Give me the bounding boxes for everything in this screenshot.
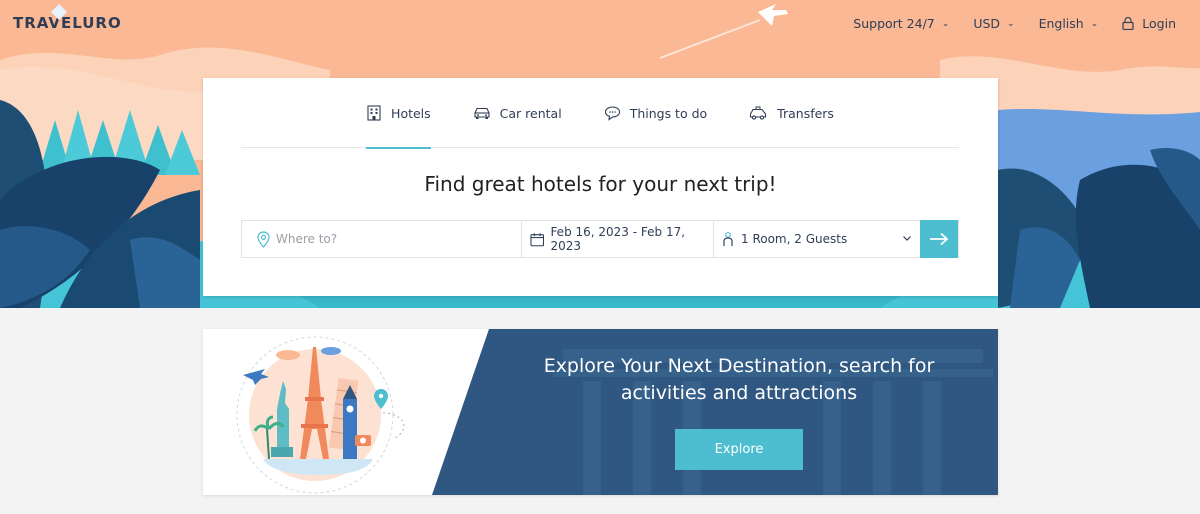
currency-selector[interactable]: USD ⌄ [973, 16, 1014, 31]
top-navigation-bar: TRAVELURO Support 24/7 ⌄ USD ⌄ English ⌄… [0, 0, 1200, 48]
tab-label: Car rental [499, 105, 562, 121]
chevron-down-icon: ⌄ [1007, 18, 1015, 29]
tab-things-to-do[interactable]: Things to do [604, 78, 707, 148]
tab-label: Transfers [777, 105, 834, 121]
explore-promo-banner: Explore Your Next Destination, search fo… [203, 329, 998, 495]
chat-bubble-icon [604, 106, 620, 121]
lock-icon [1122, 17, 1134, 30]
guests-value: 1 Room, 2 Guests [741, 232, 848, 246]
top-nav-menu: Support 24/7 ⌄ USD ⌄ English ⌄ Login [829, 16, 1176, 31]
language-selector[interactable]: English ⌄ [1039, 16, 1099, 31]
search-bar: Feb 16, 2023 - Feb 17, 2023 1 Room, 2 Gu… [241, 220, 959, 258]
guests-selector[interactable]: 1 Room, 2 Guests [714, 221, 920, 257]
person-icon [723, 231, 733, 246]
support-label: Support 24/7 [853, 16, 935, 31]
language-label: English [1038, 16, 1084, 31]
promo-title: Explore Your Next Destination, search fo… [543, 355, 935, 404]
arrow-right-icon [930, 232, 949, 246]
brand-logo-text: TRAVELURO [13, 14, 122, 32]
kite-icon [51, 4, 67, 20]
chevron-down-icon: ⌄ [1090, 18, 1099, 29]
support-menu[interactable]: Support 24/7 ⌄ [853, 16, 949, 31]
transfer-car-icon [750, 106, 767, 120]
date-range-value: Feb 16, 2023 - Feb 17, 2023 [550, 225, 686, 253]
login-link[interactable]: Login [1122, 16, 1176, 31]
tab-label: Things to do [629, 105, 708, 121]
calendar-icon [530, 232, 545, 246]
search-card: Hotels Car rental Things to do Transfers… [203, 78, 998, 296]
destination-input[interactable] [276, 232, 506, 246]
chevron-down-icon [903, 236, 911, 241]
hotel-icon [367, 105, 381, 121]
travel-landmarks-illustration [236, 336, 405, 494]
destination-field[interactable] [242, 221, 522, 257]
chevron-down-icon: ⌄ [941, 18, 950, 29]
currency-label: USD [973, 16, 1001, 31]
search-submit-button[interactable] [920, 220, 958, 258]
tab-label: Hotels [391, 105, 431, 121]
tab-car-rental[interactable]: Car rental [473, 78, 562, 148]
search-tabs: Hotels Car rental Things to do Transfers [241, 78, 959, 149]
explore-button[interactable]: Explore [675, 429, 803, 470]
tab-transfers[interactable]: Transfers [749, 78, 834, 148]
brand-logo[interactable]: TRAVELURO [13, 4, 122, 32]
tab-hotels[interactable]: Hotels [366, 78, 431, 149]
login-label: Login [1142, 16, 1176, 31]
search-headline: Find great hotels for your next trip! [424, 172, 777, 196]
date-range-field[interactable]: Feb 16, 2023 - Feb 17, 2023 [522, 221, 714, 257]
map-pin-icon [257, 230, 270, 248]
car-icon [474, 107, 490, 119]
